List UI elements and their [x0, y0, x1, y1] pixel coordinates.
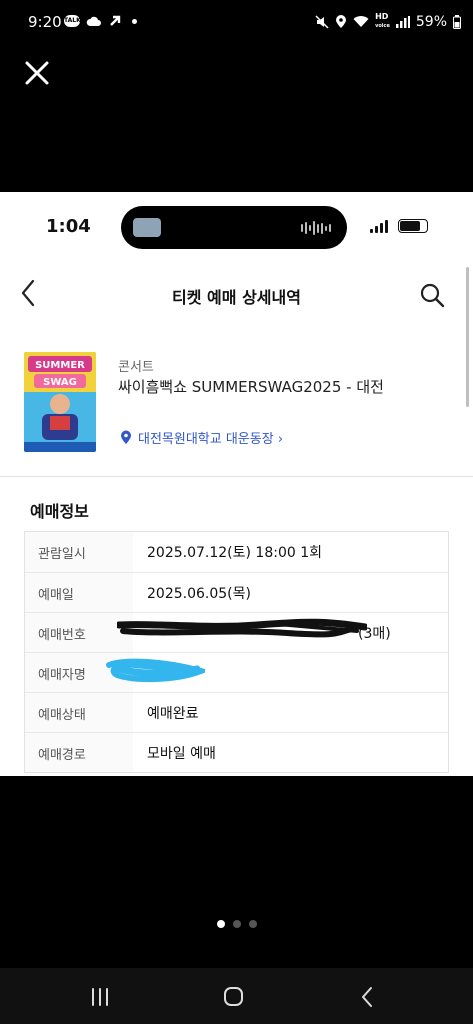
row-value: [106, 653, 448, 692]
row-value: 2025.07.12(토) 18:00 1회: [147, 545, 322, 561]
table-row: 예매일 2025.06.05(목): [25, 572, 448, 612]
event-poster: SUMMER SWAG: [24, 352, 96, 452]
talk-icon: TALK: [64, 15, 81, 27]
page-title: 티켓 예매 상세내역: [172, 288, 301, 307]
location-pin-icon: [121, 430, 131, 444]
section-divider: [0, 476, 473, 477]
system-icons: HD voice 59%: [315, 13, 461, 30]
ios-time: 1:04: [46, 216, 91, 237]
ios-battery-icon: [398, 219, 428, 233]
poster-text-top: SUMMER: [35, 360, 85, 371]
table-row: 예매번호 (3매): [25, 612, 448, 652]
table-row: 예매경로 모바일 예매: [25, 732, 448, 772]
booking-section-title: 예매정보: [30, 502, 89, 521]
row-key: 예매일: [25, 573, 133, 612]
venue-link[interactable]: 대전목원대학교 대운동장 ›: [120, 428, 283, 447]
recent-apps-icon[interactable]: [88, 986, 112, 1008]
dynamic-island: [121, 206, 347, 249]
battery-icon: [453, 14, 461, 29]
table-row: 예매자명: [25, 652, 448, 692]
table-row: 예매상태 예매완료: [25, 692, 448, 732]
venue-name: 대전목원대학교 대운동장 ›: [138, 432, 284, 447]
media-thumbnail: [133, 218, 161, 237]
battery-percent: 59%: [415, 13, 447, 30]
back-nav-icon[interactable]: [356, 986, 380, 1008]
location-icon: [336, 14, 347, 28]
screenshot-image[interactable]: 1:04 티켓 예매 상세내역 SUMMER SWAG 콘서트 싸이흠뻑쇼 SU…: [0, 192, 473, 776]
page-dot[interactable]: [232, 920, 241, 928]
wifi-icon: [353, 16, 369, 27]
row-key: 관람일시: [25, 532, 133, 572]
app-header: 티켓 예매 상세내역: [0, 262, 473, 326]
row-key: 예매상태: [25, 693, 133, 732]
ticket-count: (3매): [358, 626, 391, 642]
row-value: 모바일 예매: [147, 746, 216, 762]
table-row: 관람일시 2025.07.12(토) 18:00 1회: [25, 532, 448, 572]
poster-text-bottom: SWAG: [43, 377, 77, 388]
ios-signal-icon: [370, 220, 388, 233]
notification-icons: TALK: [64, 14, 137, 28]
page-indicator: [0, 920, 473, 928]
row-key: 예매경로: [25, 733, 133, 772]
status-time: 9:20: [28, 13, 62, 31]
link-icon: [110, 15, 121, 26]
booking-info-table: 관람일시 2025.07.12(토) 18:00 1회 예매일 2025.06.…: [24, 531, 449, 773]
redaction-scribble-blue: [106, 658, 205, 683]
cloud-icon: [86, 16, 101, 26]
hd-voice-icon: HD voice: [375, 12, 390, 30]
ios-status-bar: 1:04: [0, 192, 473, 262]
signal-icon: [395, 15, 410, 28]
row-value: (3매): [117, 613, 448, 652]
redaction-scribble-black: [117, 618, 367, 638]
search-icon[interactable]: [419, 282, 445, 308]
row-value: 2025.06.05(목): [147, 586, 251, 602]
home-icon[interactable]: [222, 986, 246, 1008]
event-summary[interactable]: SUMMER SWAG 콘서트 싸이흠뻑쇼 SUMMERSWAG2025 - 대…: [0, 344, 473, 472]
event-category: 콘서트: [118, 360, 154, 375]
page-dot[interactable]: [216, 920, 225, 928]
row-value: 예매완료: [147, 706, 199, 722]
audio-wave-icon: [301, 220, 331, 236]
page-dot[interactable]: [248, 920, 257, 928]
dot-icon: [132, 18, 137, 24]
event-title: 싸이흠뻑쇼 SUMMERSWAG2025 - 대전: [118, 378, 384, 396]
android-status-bar: 9:20 TALK HD voice 59%: [0, 0, 473, 44]
mute-icon: [315, 14, 329, 29]
navigation-bar: [0, 968, 473, 1024]
ios-battery-fill: [400, 221, 420, 231]
close-icon[interactable]: [22, 58, 52, 88]
scrollbar[interactable]: [466, 267, 469, 407]
